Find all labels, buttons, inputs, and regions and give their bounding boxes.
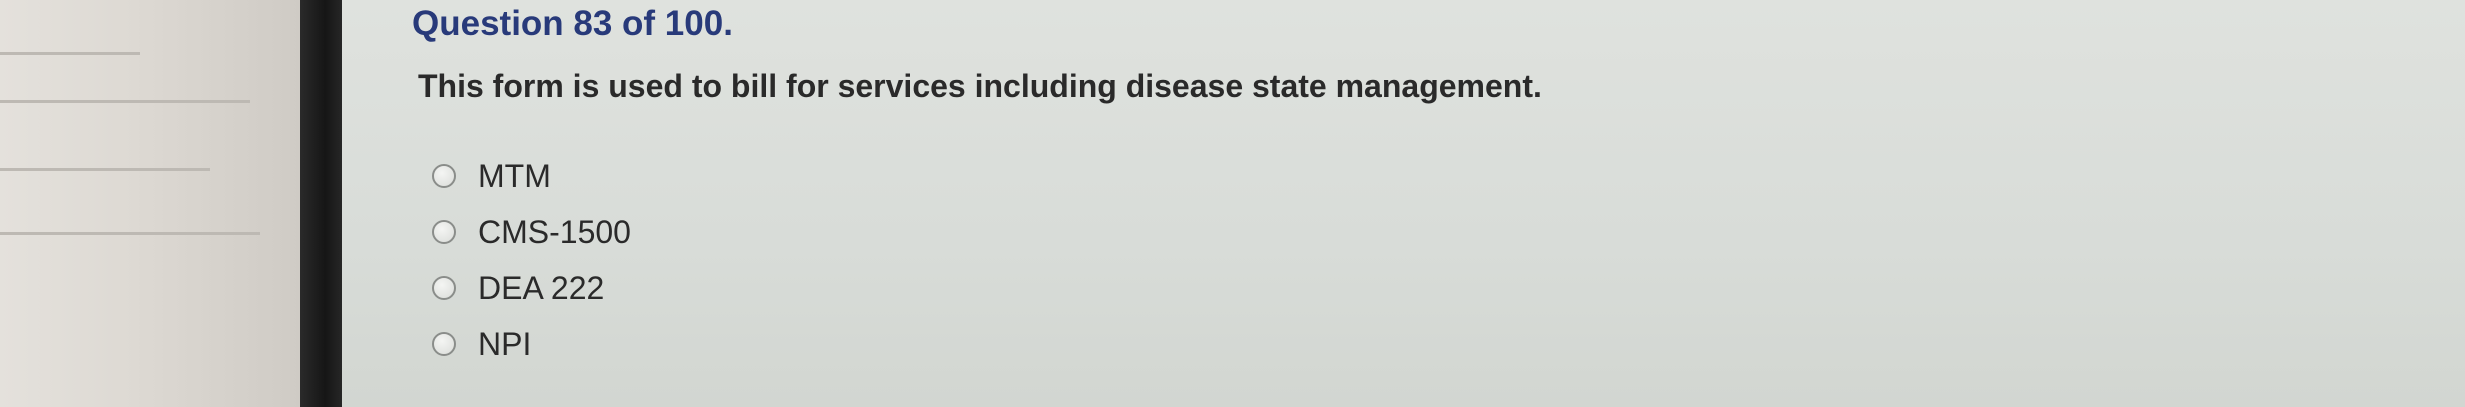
- background-paper: [0, 0, 300, 407]
- paper-line: [0, 52, 140, 55]
- option-label: MTM: [478, 157, 551, 194]
- paper-line: [0, 232, 260, 235]
- monitor-bezel: [300, 0, 342, 407]
- answer-options: MTM CMS-1500 DEA 222 NPI: [432, 148, 631, 372]
- radio-button[interactable]: [432, 220, 456, 244]
- option-npi[interactable]: NPI: [432, 316, 631, 372]
- question-title: Question 83 of 100.: [412, 4, 733, 43]
- question-text: This form is used to bill for services i…: [418, 68, 1542, 104]
- option-mtm[interactable]: MTM: [432, 148, 631, 204]
- radio-button[interactable]: [432, 332, 456, 356]
- screen: [342, 0, 2465, 407]
- option-label: NPI: [478, 325, 532, 362]
- paper-line: [0, 168, 210, 171]
- option-dea-222[interactable]: DEA 222: [432, 260, 631, 316]
- radio-button[interactable]: [432, 164, 456, 188]
- option-label: CMS-1500: [478, 213, 631, 250]
- option-cms-1500[interactable]: CMS-1500: [432, 204, 631, 260]
- option-label: DEA 222: [478, 269, 605, 306]
- paper-line: [0, 100, 250, 103]
- radio-button[interactable]: [432, 276, 456, 300]
